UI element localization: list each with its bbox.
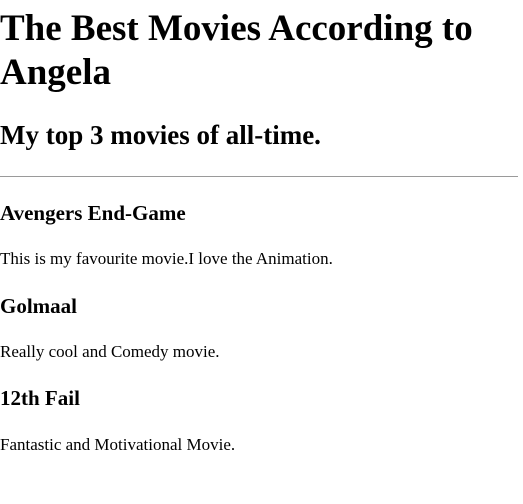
movie-description: Fantastic and Motivational Movie. [0, 435, 236, 454]
divider [0, 176, 518, 177]
page: The Best Movies According to Angela My t… [0, 0, 523, 504]
movie-title: Golmaal [0, 294, 77, 318]
page-subtitle: My top 3 movies of all-time. [0, 120, 321, 150]
page-title: The Best Movies According to Angela [0, 8, 473, 93]
movie-description: This is my favourite movie.I love the An… [0, 249, 333, 268]
movie-description: Really cool and Comedy movie. [0, 342, 220, 361]
movie-title: Avengers End-Game [0, 201, 186, 225]
movie-title: 12th Fail [0, 386, 80, 410]
